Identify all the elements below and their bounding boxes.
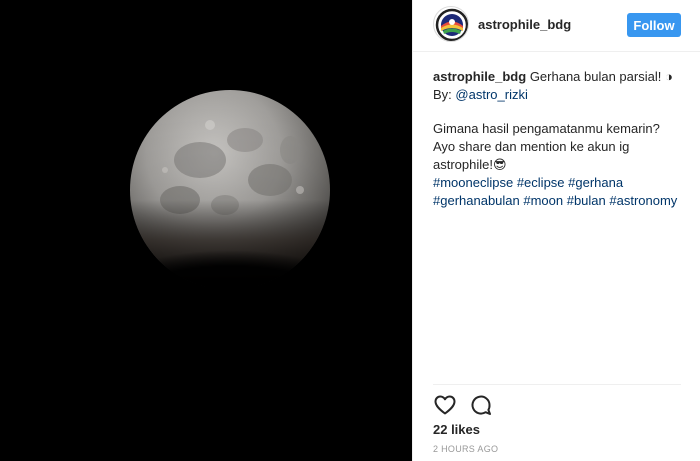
likes-count[interactable]: 22 likes [433,422,480,437]
caption-by-prefix: By: [433,87,456,102]
caption-title: Gerhana bulan parsial! ◑ [529,69,673,84]
header-username[interactable]: astrophile_bdg [478,17,571,32]
post-timestamp[interactable]: 2 HOURS AGO [433,444,498,454]
avatar[interactable] [433,6,469,42]
divider [433,384,681,385]
caption-hashtags[interactable]: #mooneclipse #eclipse #gerhana #gerhanab… [433,174,683,210]
post-header: astrophile_bdg Follow [413,0,700,52]
comment-button[interactable] [469,393,493,417]
caption-first-line: astrophile_bdg Gerhana bulan parsial! ◑ [433,68,683,86]
post-photo[interactable] [0,0,412,461]
caption-username[interactable]: astrophile_bdg [433,69,526,84]
post-caption: astrophile_bdg Gerhana bulan parsial! ◑ … [433,68,683,210]
caption-body: Gimana hasil pengamatanmu kemarin? Ayo s… [433,121,660,172]
instagram-post: astrophile_bdg Follow astrophile_bdg Ger… [0,0,700,461]
astrophile-logo-icon [435,8,468,41]
like-button[interactable] [433,393,457,417]
action-bar [433,393,493,419]
follow-button[interactable]: Follow [627,13,681,37]
heart-icon [434,395,456,415]
post-sidebar: astrophile_bdg Follow astrophile_bdg Ger… [412,0,700,461]
caption-credit: By: @astro_rizki [433,86,683,104]
comment-icon [471,395,491,415]
caption-mention[interactable]: @astro_rizki [455,87,527,102]
moon-eclipse-image [0,0,412,461]
